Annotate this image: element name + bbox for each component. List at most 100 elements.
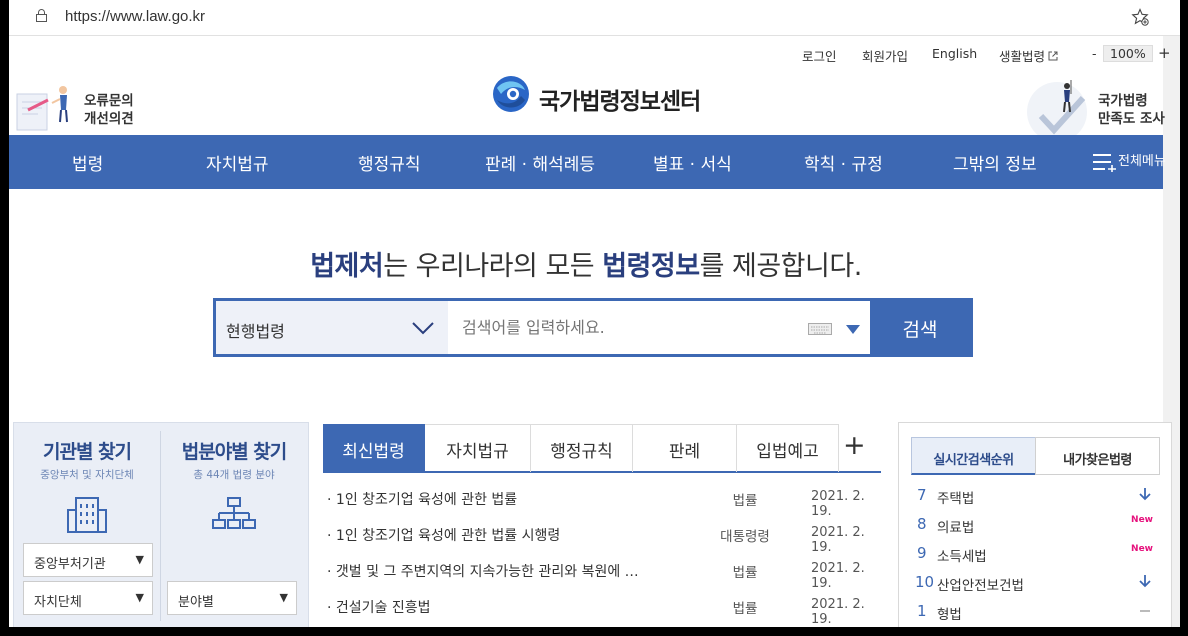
lock-icon <box>36 9 47 22</box>
search-input[interactable] <box>448 301 870 354</box>
logo-text: 국가법령정보센터 <box>539 89 701 115</box>
ranking-item[interactable]: 7 주택법 <box>917 481 1157 509</box>
list-item-title[interactable]: · 1인 창조기업 육성에 관한 법률 시행령 <box>327 525 673 545</box>
rank-word[interactable]: 형법 <box>937 603 962 623</box>
nav-tables-forms[interactable]: 별표 · 서식 <box>653 150 732 175</box>
list-item-date: 2021. 2. 19. <box>811 597 865 627</box>
list-item[interactable]: · 건설기술 진흥법 법률 2021. 2. 19. <box>323 588 883 627</box>
ranking-item[interactable]: 10 산업안전보건법 <box>915 568 1157 596</box>
survey-illustration-icon <box>1027 80 1087 136</box>
rank-word[interactable]: 의료법 <box>937 516 974 536</box>
new-badge: New <box>1131 515 1153 525</box>
ranking-item[interactable]: 8 의료법 New <box>917 510 1157 538</box>
virtual-keyboard-icon[interactable] <box>808 323 832 335</box>
list-item-title[interactable]: · 갯벌 및 그 주변지역의 지속가능한 관리와 복원에 … <box>327 561 673 581</box>
building-icon <box>67 497 107 533</box>
search-box: 현행법령 검색 <box>213 298 973 357</box>
arrow-down-icon <box>1139 575 1151 588</box>
tab-realtime-ranking[interactable]: 실시간검색순위 <box>911 437 1036 475</box>
list-item-date: 2021. 2. 19. <box>811 561 865 591</box>
central-agency-select[interactable]: 중앙부처기관 ▼ <box>23 543 153 577</box>
rank-word[interactable]: 주택법 <box>937 487 974 507</box>
utility-links: 로그인 회원가입 English 생활법령 - 100% + <box>9 44 1171 66</box>
headline-text-1: 는 우리나라의 모든 <box>383 251 603 282</box>
search-button[interactable]: 검색 <box>870 301 970 354</box>
local-government-select[interactable]: 자치단체 ▼ <box>23 581 153 615</box>
life-law-link[interactable]: 생활법령 <box>999 46 1058 65</box>
list-item-date: 2021. 2. 19. <box>811 525 865 555</box>
caret-down-icon: ▼ <box>135 591 144 604</box>
no-change-icon <box>1140 610 1150 612</box>
nav-school-rules[interactable]: 학칙 · 규정 <box>804 150 883 175</box>
site-logo[interactable]: 국가법령정보센터 <box>491 74 711 116</box>
search-scope-select[interactable]: 현행법령 <box>216 301 448 354</box>
list-item[interactable]: · 갯벌 및 그 주변지역의 지속가능한 관리와 복원에 … 법률 2021. … <box>323 552 883 591</box>
find-by-agency-subtitle: 중앙부처 및 자치단체 <box>40 469 134 481</box>
satisfaction-survey-button[interactable]: 국가법령 만족도 조사 <box>1019 76 1169 136</box>
rank-number: 9 <box>917 544 927 562</box>
login-link[interactable]: 로그인 <box>802 46 837 65</box>
rank-word[interactable]: 산업안전보건법 <box>937 574 1024 594</box>
rank-word[interactable]: 소득세법 <box>937 545 987 565</box>
find-by-field-title[interactable]: 법분야별 찾기 <box>161 437 307 464</box>
error-report-illustration-icon <box>16 86 68 131</box>
rank-number: 10 <box>915 573 935 591</box>
tab-legislation-notice[interactable]: 입법예고 <box>737 424 839 472</box>
find-by-field-subtitle: 총 44개 법령 분야 <box>193 469 275 481</box>
signup-link[interactable]: 회원가입 <box>862 46 908 65</box>
field-select[interactable]: 분야별 ▼ <box>167 581 297 615</box>
nav-other-info[interactable]: 그밖의 정보 <box>953 150 1037 175</box>
list-item-kind: 법률 <box>732 565 758 581</box>
ranking-item[interactable]: 9 소득세법 New <box>917 539 1157 567</box>
list-item-kind: 법률 <box>732 601 758 617</box>
zoom-in-button[interactable]: + <box>1158 44 1171 62</box>
rank-number: 1 <box>917 602 927 620</box>
latest-tabs: 최신법령 자치법규 행정규칙 판례 입법예고 + <box>323 424 881 473</box>
tab-precedents[interactable]: 판례 <box>633 424 737 472</box>
address-bar[interactable]: https://www.law.go.kr <box>9 0 1180 36</box>
tab-admin-rules[interactable]: 행정규칙 <box>531 424 633 472</box>
url-text[interactable]: https://www.law.go.kr <box>65 8 205 25</box>
headline-bold-1: 법제처 <box>310 251 384 282</box>
list-item-title[interactable]: · 건설기술 진흥법 <box>327 597 673 617</box>
chevron-down-icon <box>412 322 434 335</box>
hierarchy-icon <box>212 497 256 529</box>
error-report-line2: 개선의견 <box>84 111 134 127</box>
field-select-value: 분야별 <box>178 595 214 610</box>
local-government-value: 자치단체 <box>34 595 82 610</box>
external-link-icon <box>1048 51 1058 61</box>
list-item-kind: 법률 <box>732 493 758 509</box>
arrow-down-icon <box>1139 488 1151 501</box>
list-item-date: 2021. 2. 19. <box>811 489 865 519</box>
nav-laws[interactable]: 법령 <box>72 150 103 175</box>
caret-down-icon: ▼ <box>135 553 144 566</box>
central-agency-value: 중앙부처기관 <box>34 557 106 572</box>
rank-number: 8 <box>917 515 927 533</box>
list-item[interactable]: · 1인 창조기업 육성에 관한 법률 시행령 대통령령 2021. 2. 19… <box>323 516 883 555</box>
tab-my-searched-laws[interactable]: 내가찾은법령 <box>1035 437 1160 475</box>
tab-latest-laws[interactable]: 최신법령 <box>323 424 425 472</box>
zoom-out-button[interactable]: - <box>1092 46 1097 61</box>
zoom-level: 100% <box>1103 45 1153 62</box>
ranking-item[interactable]: 1 형법 <box>917 597 1157 625</box>
life-law-label: 생활법령 <box>999 49 1046 64</box>
nav-admin-rules[interactable]: 행정규칙 <box>358 150 421 175</box>
english-link[interactable]: English <box>932 46 977 61</box>
search-ranking-panel: 실시간검색순위 내가찾은법령 7 주택법 8 의료법 New 9 소득세법 Ne… <box>898 422 1172 627</box>
list-item[interactable]: · 1인 창조기업 육성에 관한 법률 법률 2021. 2. 19. <box>323 480 883 519</box>
more-button[interactable]: + <box>843 430 866 461</box>
favorite-star-icon[interactable] <box>1131 8 1149 26</box>
browser-window: https://www.law.go.kr 로그인 회원가입 English 생… <box>9 0 1180 627</box>
error-report-button[interactable]: 오류문의 개선의견 <box>14 76 144 136</box>
quick-find-panel: 기관별 찾기 중앙부처 및 자치단체 법분야별 찾기 총 44개 법령 분야 중… <box>13 422 309 627</box>
list-item-kind: 대통령령 <box>720 529 770 545</box>
list-item-title[interactable]: · 1인 창조기업 육성에 관한 법률 <box>327 489 673 509</box>
all-menu-button[interactable]: 전체메뉴 <box>1092 150 1166 173</box>
nav-precedents[interactable]: 판례 · 해석례등 <box>485 150 595 175</box>
new-badge: New <box>1131 544 1153 554</box>
nav-local-laws[interactable]: 자치법규 <box>206 150 269 175</box>
tab-local-laws[interactable]: 자치법규 <box>425 424 531 472</box>
survey-line2: 만족도 조사 <box>1098 111 1165 127</box>
search-options-arrow-icon[interactable] <box>846 325 860 334</box>
find-by-agency-title[interactable]: 기관별 찾기 <box>14 437 160 464</box>
